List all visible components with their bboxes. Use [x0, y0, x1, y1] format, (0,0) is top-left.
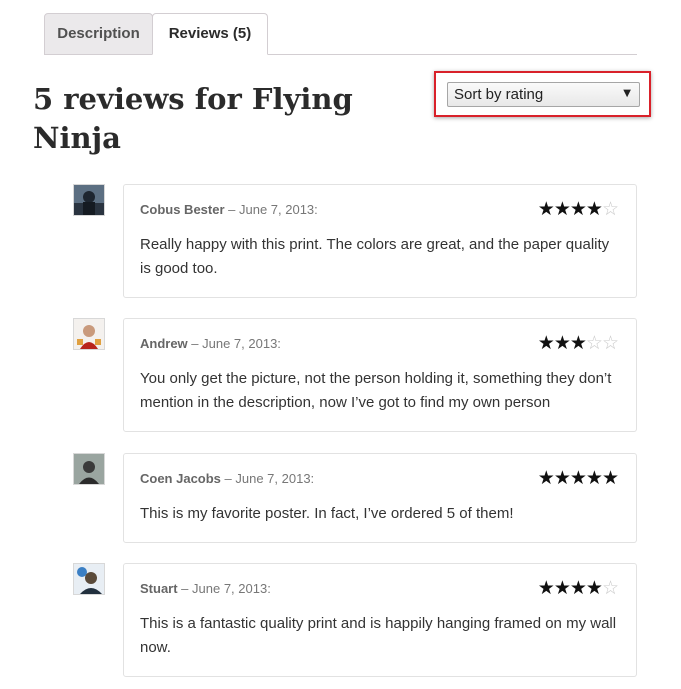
review-meta: Cobus Bester – June 7, 2013:: [140, 202, 318, 217]
star-icon: ★: [569, 198, 587, 220]
review-date: – June 7, 2013:: [187, 336, 281, 351]
sort-selected-value: Sort by rating: [454, 86, 544, 103]
star-icon: ★: [553, 332, 571, 354]
review-text: This is my favorite poster. In fact, I’v…: [140, 505, 514, 522]
star-icon: ★: [553, 198, 571, 220]
review-author: Cobus Bester: [140, 202, 225, 217]
star-icon: ★: [553, 467, 571, 489]
review-meta: Andrew – June 7, 2013:: [140, 336, 281, 351]
star-rating: ★★★★★: [537, 467, 619, 489]
review-item: Cobus Bester – June 7, 2013: ★★★★☆ Reall…: [73, 184, 637, 298]
review-item: Stuart – June 7, 2013: ★★★★☆ This is a f…: [73, 563, 637, 677]
star-icon: ★: [537, 198, 555, 220]
star-icon: ★: [569, 467, 587, 489]
review-author: Coen Jacobs: [140, 471, 221, 486]
review-text: Really happy with this print. The colors…: [140, 236, 610, 277]
star-icon: ★: [601, 467, 619, 489]
star-rating: ★★★★☆: [537, 198, 619, 220]
review-meta: Stuart – June 7, 2013:: [140, 581, 271, 596]
star-rating: ★★★☆☆: [537, 332, 619, 354]
star-icon: ★: [537, 577, 555, 599]
star-rating: ★★★★☆: [537, 577, 619, 599]
star-icon: ★: [537, 332, 555, 354]
avatar: [73, 453, 105, 485]
star-icon: ★: [537, 467, 555, 489]
star-outline-icon: ☆: [601, 332, 619, 354]
reviews-heading: 5 reviews for Flying Ninja: [33, 82, 353, 155]
review-card: Cobus Bester – June 7, 2013: ★★★★☆ Reall…: [123, 184, 637, 298]
review-item: Coen Jacobs – June 7, 2013: ★★★★★ This i…: [73, 453, 637, 543]
review-card: Andrew – June 7, 2013: ★★★☆☆ You only ge…: [123, 318, 637, 432]
product-tabs: Description Reviews (5): [44, 13, 637, 55]
avatar: [73, 318, 105, 350]
star-icon: ★: [569, 577, 587, 599]
star-icon: ★: [553, 577, 571, 599]
avatar: [73, 184, 105, 216]
star-outline-icon: ☆: [585, 332, 603, 354]
chevron-down-icon: ▼: [623, 88, 631, 99]
review-item: Andrew – June 7, 2013: ★★★☆☆ You only ge…: [73, 318, 637, 432]
star-outline-icon: ☆: [601, 198, 619, 220]
review-text: This is a fantastic quality print and is…: [140, 615, 617, 656]
star-icon: ★: [569, 332, 587, 354]
review-author: Stuart: [140, 581, 178, 596]
star-icon: ★: [585, 577, 603, 599]
review-date: – June 7, 2013:: [177, 581, 271, 596]
sort-highlight-box: Sort by rating ▼: [434, 71, 651, 117]
review-author: Andrew: [140, 336, 188, 351]
review-text: You only get the picture, not the person…: [140, 370, 612, 411]
review-date: – June 7, 2013:: [224, 202, 318, 217]
tab-description[interactable]: Description: [44, 13, 153, 55]
sort-select[interactable]: Sort by rating ▼: [447, 82, 640, 107]
avatar: [73, 563, 105, 595]
star-outline-icon: ☆: [601, 577, 619, 599]
review-meta: Coen Jacobs – June 7, 2013:: [140, 471, 314, 486]
review-card: Coen Jacobs – June 7, 2013: ★★★★★ This i…: [123, 453, 637, 543]
review-date: – June 7, 2013:: [220, 471, 315, 486]
tab-reviews[interactable]: Reviews (5): [152, 13, 268, 55]
review-card: Stuart – June 7, 2013: ★★★★☆ This is a f…: [123, 563, 637, 677]
star-icon: ★: [585, 198, 603, 220]
star-icon: ★: [585, 467, 603, 489]
